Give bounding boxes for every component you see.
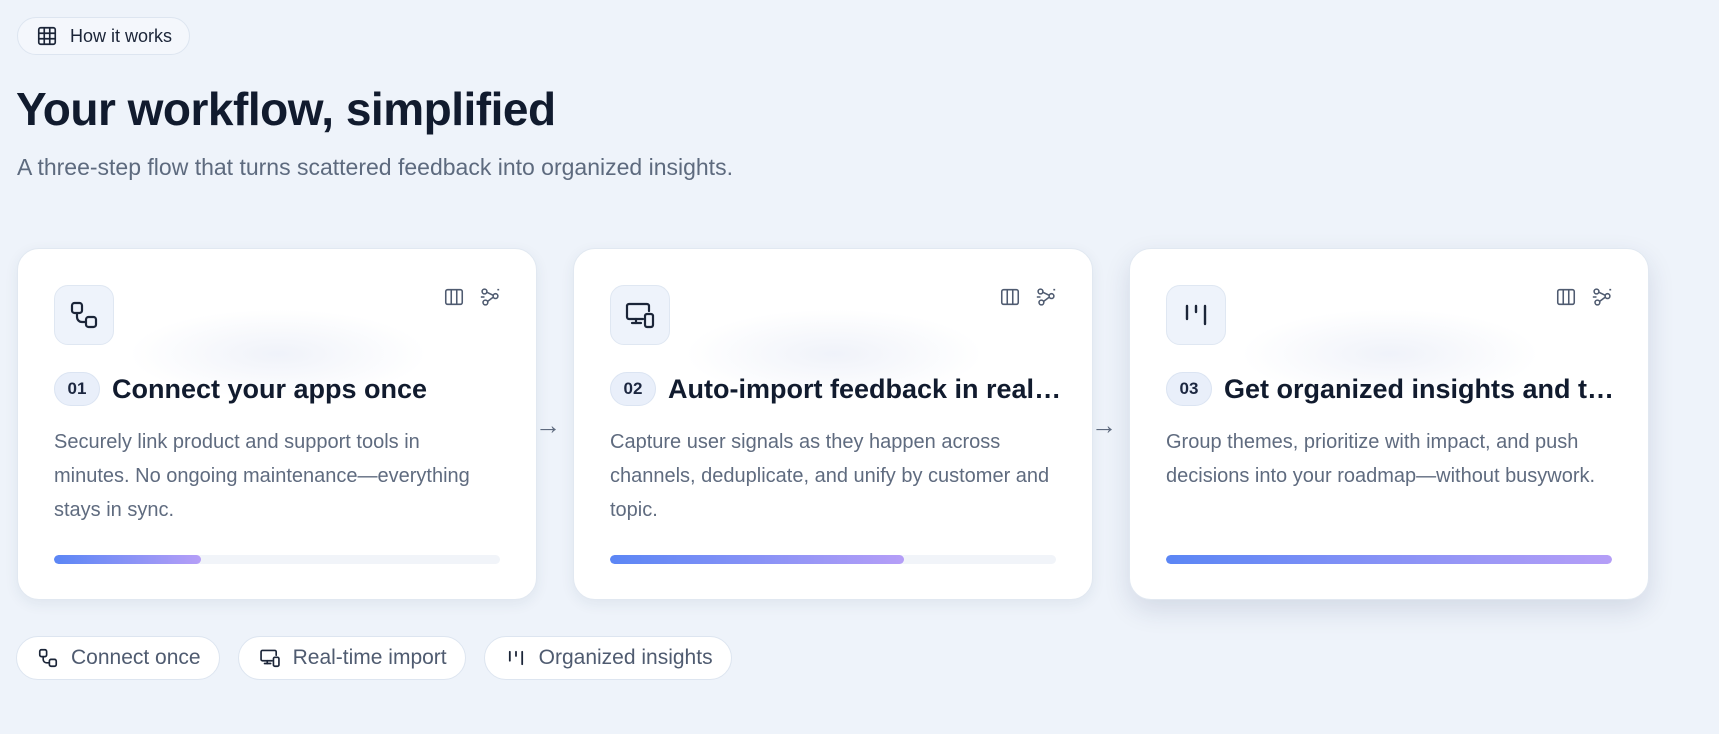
card-tools: [442, 285, 502, 309]
step-title: Auto-import feedback in real time: [668, 373, 1062, 404]
step-progress-fill: [1166, 555, 1612, 564]
flow-arrow: →: [1091, 410, 1117, 440]
step-number-badge: 03: [1166, 372, 1212, 406]
step-header: 01 Connect your apps once: [54, 372, 506, 406]
step-icon-tile: [610, 285, 670, 345]
chip-label: Connect once: [71, 646, 201, 669]
card-tools: [1554, 285, 1614, 309]
columns-view-button[interactable]: [1554, 285, 1578, 309]
chip-label: Real-time import: [292, 646, 447, 669]
step-description: Group themes, prioritize with impact, an…: [1166, 431, 1596, 487]
step-progress-bar: [54, 555, 500, 564]
page-title: Your workflow, simplified: [16, 83, 556, 135]
columns-view-button[interactable]: [998, 285, 1022, 309]
page-subtitle: A three-step flow that turns scattered f…: [17, 154, 733, 180]
step-progress-bar: [1166, 555, 1612, 564]
workflow-button[interactable]: [478, 285, 502, 309]
step-card-insights[interactable]: 03 Get organized insights and take actio…: [1129, 248, 1649, 600]
step-number-badge: 01: [54, 372, 100, 406]
step-card-import[interactable]: 02 Auto-import feedback in real time Cap…: [573, 248, 1093, 600]
workflow-button[interactable]: [1590, 285, 1614, 309]
columns-icon: [444, 288, 464, 306]
kanban-icon: [508, 650, 523, 666]
how-it-works-badge: How it works: [17, 17, 191, 55]
monitor-sync-icon: [259, 649, 280, 668]
chip-organized-insights[interactable]: Organized insights: [483, 636, 732, 680]
step-icon-tile: [54, 285, 114, 345]
step-progress-bar: [610, 555, 1056, 564]
columns-icon: [1000, 288, 1020, 306]
step-header: 02 Auto-import feedback in real time: [610, 372, 1062, 406]
step-title: Connect your apps once: [112, 373, 428, 404]
chip-label: Organized insights: [538, 646, 713, 669]
step-description: Securely link product and support tools …: [54, 431, 470, 521]
flow-arrow: →: [535, 410, 561, 440]
how-it-works-section: How it works Your workflow, simplified A…: [0, 0, 1719, 734]
workflow-icon: [480, 288, 500, 306]
workflow-icon: [1036, 288, 1056, 306]
step-title: Get organized insights and take action: [1224, 373, 1618, 404]
step-number-badge: 02: [610, 372, 656, 406]
step-description: Capture user signals as they happen acro…: [610, 431, 1050, 521]
monitor-sync-icon: [625, 302, 655, 329]
step-progress-fill: [54, 555, 202, 564]
step-card-connect[interactable]: 01 Connect your apps once Securely link …: [17, 248, 537, 600]
workflow-button[interactable]: [1034, 285, 1058, 309]
columns-icon: [1556, 288, 1576, 306]
step-header: 03 Get organized insights and take actio…: [1166, 372, 1618, 406]
card-tools: [998, 285, 1058, 309]
kanban-icon: [1185, 304, 1207, 326]
summary-chips: Connect once Real-time import Organized …: [16, 636, 732, 680]
chip-connect-once[interactable]: Connect once: [16, 636, 220, 680]
step-progress-fill: [610, 555, 905, 564]
connect-icon: [70, 301, 98, 329]
chip-real-time-import[interactable]: Real-time import: [237, 636, 466, 680]
connect-icon: [38, 648, 58, 668]
workflow-icon: [1592, 288, 1612, 306]
step-icon-tile: [1166, 285, 1226, 345]
columns-view-button[interactable]: [442, 285, 466, 309]
grid-icon: [37, 26, 57, 46]
badge-label: How it works: [70, 25, 173, 46]
